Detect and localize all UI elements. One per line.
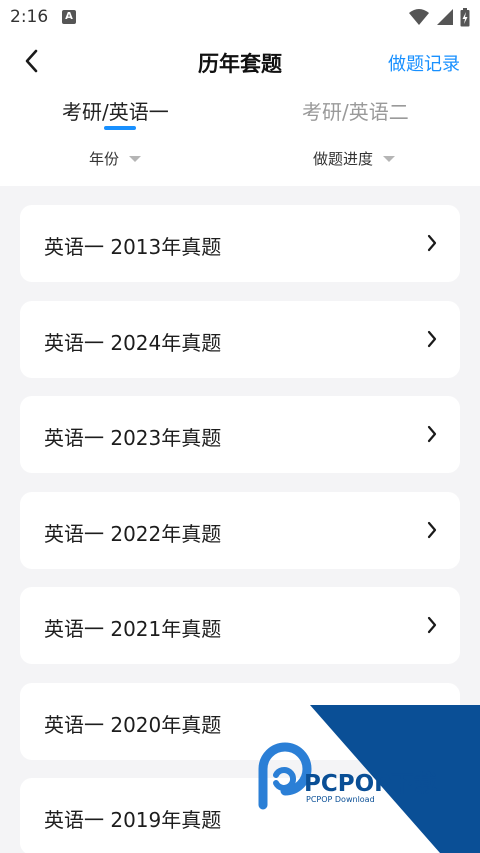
chevron-right-icon [427, 330, 437, 347]
paper-item-2024[interactable]: 英语一 2024年真题 [20, 300, 460, 378]
caret-down-icon [129, 155, 142, 162]
progress-filter[interactable]: 做题进度 [313, 148, 396, 169]
tab-english-2[interactable]: 考研/英语二 [302, 96, 409, 125]
paper-title: 英语一 2020年真题 [44, 712, 222, 737]
caret-down-icon [383, 155, 396, 162]
chevron-right-icon [427, 425, 437, 443]
nav-bar: 历年套题 做题记录 [0, 38, 480, 86]
filter-bar: 年份 做题进度 [0, 146, 480, 172]
paper-title: 英语一 2024年真题 [44, 330, 222, 355]
chevron-left-icon [25, 49, 38, 73]
paper-item-2013[interactable]: 英语一 2013年真题 [20, 205, 460, 282]
paper-title: 英语一 2022年真题 [44, 521, 222, 546]
paper-list: 英语一 2013年真题 英语一 2024年真题 英语一 2023年真题 英语一 … [20, 205, 460, 853]
active-tab-indicator [104, 126, 136, 130]
year-filter[interactable]: 年份 [89, 148, 142, 169]
signal-icon [437, 9, 453, 25]
header-area: 2:16 A 历年套题 做题记录 考研/英语一 考研/英语二 年份 做题进度 [0, 0, 480, 186]
paper-title: 英语一 2023年真题 [44, 426, 222, 450]
status-icons [408, 7, 470, 27]
app-notification-icon: A [62, 10, 76, 24]
progress-filter-label: 做题进度 [313, 150, 374, 168]
paper-item-2022[interactable]: 英语一 2022年真题 [20, 491, 460, 569]
back-button[interactable] [16, 46, 46, 76]
chevron-right-icon [427, 234, 437, 252]
year-filter-label: 年份 [89, 150, 120, 168]
paper-item-2023[interactable]: 英语一 2023年真题 [20, 396, 460, 473]
chevron-right-icon [427, 521, 437, 538]
paper-item-2021[interactable]: 英语一 2021年真题 [20, 587, 460, 664]
wifi-icon [409, 9, 429, 25]
exam-tabs: 考研/英语一 考研/英语二 [0, 96, 480, 132]
battery-icon [460, 7, 470, 26]
tab-english-1[interactable]: 考研/英语一 [62, 96, 169, 125]
paper-item-2019[interactable]: 英语一 2019年真题 [20, 778, 460, 853]
practice-records-link[interactable]: 做题记录 [388, 50, 460, 76]
chevron-right-icon [427, 616, 437, 634]
paper-title: 英语一 2013年真题 [44, 235, 222, 259]
paper-title: 英语一 2021年真题 [44, 617, 222, 641]
paper-title: 英语一 2019年真题 [44, 808, 222, 832]
status-time: 2:16 [10, 7, 49, 27]
paper-item-2020[interactable]: 英语一 2020年真题 [20, 682, 460, 760]
status-bar: 2:16 A [0, 0, 480, 34]
